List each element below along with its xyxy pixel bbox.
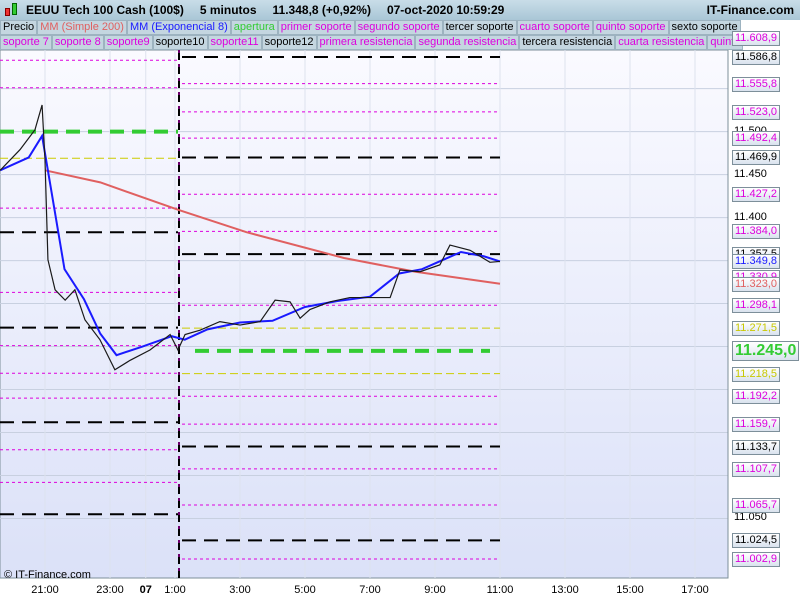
x-tick-label: 9:00	[424, 584, 446, 596]
price-label: 11.555,8	[732, 76, 781, 92]
legend-item[interactable]: sexto soporte	[668, 20, 741, 35]
legend-item[interactable]: soporte12	[261, 35, 317, 50]
legend-item[interactable]: soporte11	[207, 35, 262, 50]
instrument-title: EEUU Tech 100 Cash (100$)	[26, 3, 184, 17]
plot-area	[0, 49, 729, 579]
legend-row-2: soporte 7 soporte 8 soporte9 soporte10 sopor…	[0, 35, 744, 50]
legend-item[interactable]: primera resistencia	[316, 35, 416, 50]
price-label: 11.384,0	[732, 224, 781, 240]
price-label: 11.469,9	[732, 150, 781, 166]
price-label: 11.323,0	[732, 276, 781, 292]
chart-header: EEUU Tech 100 Cash (100$) 5 minutos 11.3…	[0, 0, 800, 20]
x-tick-label: 11:00	[486, 584, 514, 596]
legend-item[interactable]: soporte9	[103, 35, 153, 50]
legend-row-1: Precio MM (Simple 200) MM (Exponencial 8) a…	[0, 20, 741, 35]
price-label: 11.298,1	[732, 298, 781, 314]
candlestick-logo-icon	[4, 2, 20, 18]
legend-item[interactable]: cuarta resistencia	[615, 35, 708, 50]
legend-item[interactable]: soporte 8	[51, 35, 104, 50]
price-label: 11.349,8	[732, 253, 781, 269]
x-tick-label: 13:00	[551, 584, 579, 596]
datetime: 07-oct-2020 10:59:29	[386, 3, 505, 17]
timeframe: 5 minutos	[199, 3, 257, 17]
y-tick-label: 11.450	[734, 167, 767, 180]
price-label: 11.608,9	[732, 31, 781, 46]
price-label: 11.192,2	[732, 389, 781, 405]
x-tick-label: 21:00	[31, 584, 59, 596]
x-tick-label: 1:00	[164, 584, 186, 596]
price-label: 11.245,0	[732, 340, 800, 361]
legend-item[interactable]: cuarto soporte	[516, 20, 593, 35]
price-label: 11.586,8	[732, 49, 781, 65]
x-tick-label: 23:00	[96, 584, 124, 596]
price-label: 11.133,7	[732, 439, 781, 455]
price-chart	[0, 20, 729, 579]
x-tick-label: 3:00	[229, 584, 251, 596]
price-label: 11.024,5	[732, 533, 781, 549]
price-label: 11.271,5	[732, 321, 781, 337]
brand: IT-Finance.com	[706, 3, 794, 17]
legend-item[interactable]: tercer soporte	[442, 20, 517, 35]
legend-item[interactable]: Precio	[0, 20, 38, 35]
last-price: 11.348,8 (+0,92%)	[272, 3, 371, 17]
legend-item[interactable]: MM (Exponencial 8)	[126, 20, 231, 35]
legend-item[interactable]: apertura	[230, 20, 278, 35]
x-tick-label: 17:00	[681, 584, 709, 596]
price-label: 11.065,7	[732, 497, 781, 513]
legend-item[interactable]: MM (Simple 200)	[37, 20, 127, 35]
price-label: 11.107,7	[732, 461, 781, 477]
x-tick-label: 07	[139, 584, 152, 596]
legend-item[interactable]: tercera resistencia	[519, 35, 616, 50]
legend-item[interactable]: soporte10	[152, 35, 208, 50]
price-label: 11.159,7	[732, 417, 781, 433]
price-label: 11.427,2	[732, 187, 781, 203]
price-label: 11.523,0	[732, 104, 781, 120]
legend-item[interactable]: quinto soporte	[592, 20, 669, 35]
copyright: © IT-Finance.com	[4, 569, 91, 581]
x-tick-label: 15:00	[616, 584, 644, 596]
y-tick-label: 11.050	[734, 511, 767, 524]
price-label: 11.002,9	[732, 551, 781, 567]
x-tick-label: 5:00	[294, 584, 316, 596]
x-tick-label: 7:00	[359, 584, 381, 596]
y-tick-label: 11.400	[734, 210, 767, 223]
price-label: 11.218,5	[732, 366, 781, 382]
legend-item[interactable]: segunda resistencia	[415, 35, 520, 50]
price-label: 11.492,4	[732, 131, 781, 147]
legend-item[interactable]: soporte 7	[0, 35, 52, 50]
legend-item[interactable]: primer soporte	[277, 20, 355, 35]
legend-item[interactable]: segundo soporte	[354, 20, 443, 35]
